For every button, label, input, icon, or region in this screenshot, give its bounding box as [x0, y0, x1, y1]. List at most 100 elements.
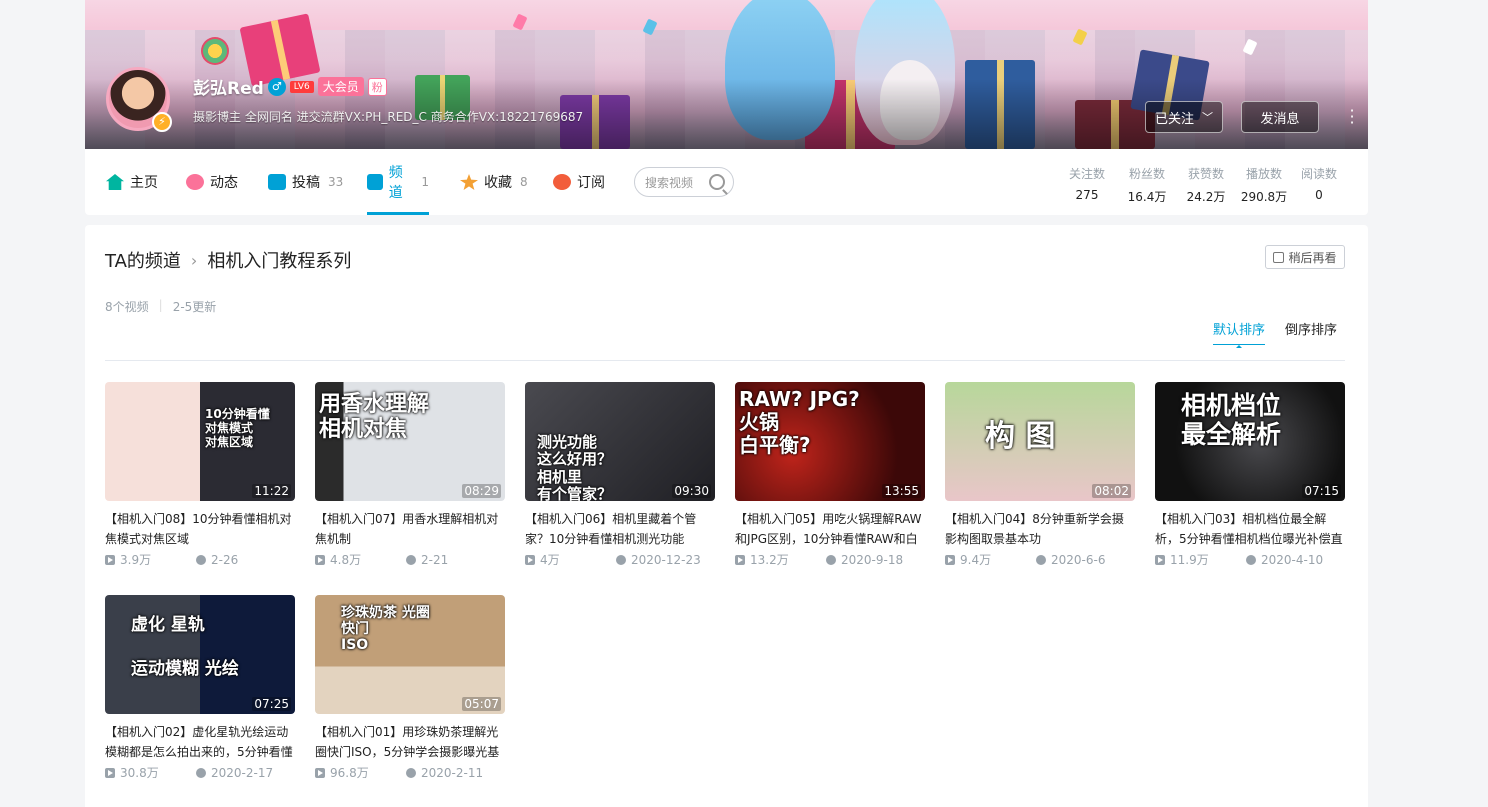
video-title[interactable]: 【相机入门04】8分钟重新学会摄影构图取景基本功: [945, 509, 1135, 549]
sort-reverse[interactable]: 倒序排序: [1285, 319, 1337, 345]
stat-reads: 阅读数 0: [1298, 165, 1340, 202]
clock-icon: [826, 554, 836, 565]
video-card[interactable]: 珍珠奶茶 光圈 快门 ISO 05:07 【相机入门01】用珍珠奶茶理解光圈快门…: [315, 595, 505, 781]
sort-tabs: 默认排序 倒序排序: [1213, 319, 1337, 348]
channel-meta: 8个视频 | 2-5更新: [105, 298, 216, 315]
play-count: 30.8万: [120, 766, 159, 780]
breadcrumb-root[interactable]: TA的频道: [105, 247, 181, 273]
username-row: 彭弘Red ♂ LV6 大会员 粉: [193, 74, 387, 99]
tab-upload[interactable]: 投稿 33: [268, 149, 343, 215]
video-card[interactable]: 10分钟看懂 对焦模式 对焦区域 11:22 【相机入门08】10分钟看懂相机对…: [105, 382, 295, 568]
video-stats: 11.9万 2020-4-10: [1155, 551, 1345, 568]
search-input[interactable]: 搜索视频: [634, 167, 734, 197]
play-count: 96.8万: [330, 766, 369, 780]
thumbnail-caption: RAW? JPG? 火锅 白平衡?: [739, 387, 860, 457]
tab-channel-count: 1: [421, 175, 429, 189]
clock-icon: [406, 554, 416, 565]
video-title[interactable]: 【相机入门01】用珍珠奶茶理解光圈快门ISO，5分钟学会摄影曝光基础: [315, 722, 505, 762]
video-duration: 05:07: [462, 697, 501, 711]
video-thumbnail[interactable]: 测光功能 这么好用？ 相机里 有个管家？ 09:30: [525, 382, 715, 501]
tab-upload-label: 投稿: [292, 175, 320, 191]
lightning-icon: ⚡: [152, 112, 172, 132]
stat-label: 播放数: [1245, 167, 1282, 181]
play-count: 3.9万: [120, 553, 152, 567]
message-button[interactable]: 发消息: [1241, 101, 1319, 133]
video-card[interactable]: 虚化 星轨 运动模糊 光绘 07:25 【相机入门02】虚化星轨光绘运动模糊都是…: [105, 595, 295, 781]
tab-home[interactable]: 主页: [106, 149, 158, 215]
tab-home-label: 主页: [130, 175, 158, 191]
video-thumbnail[interactable]: 虚化 星轨 运动模糊 光绘 07:25: [105, 595, 295, 714]
more-options-icon[interactable]: · · ·: [1346, 103, 1358, 131]
follow-button[interactable]: 已关注 ﹀: [1145, 101, 1223, 133]
play-count: 11.9万: [1170, 553, 1209, 567]
play-count-icon: [105, 554, 115, 565]
clock-icon: [406, 767, 416, 778]
thumbnail-caption: 珍珠奶茶 光圈 快门 ISO: [341, 605, 430, 654]
stat-value: 275: [1075, 188, 1099, 202]
video-thumbnail[interactable]: 构 图 08:02: [945, 382, 1135, 501]
chevron-right-icon: ›: [190, 250, 198, 270]
vip-badge[interactable]: 大会员: [317, 77, 364, 96]
video-card[interactable]: 测光功能 这么好用？ 相机里 有个管家？ 09:30 【相机入门06】相机里藏着…: [525, 382, 715, 568]
search-icon[interactable]: [709, 174, 725, 190]
stat-following[interactable]: 关注数 275: [1064, 165, 1110, 202]
video-count: 8个视频: [105, 300, 149, 314]
video-thumbnail[interactable]: 10分钟看懂 对焦模式 对焦区域 11:22: [105, 382, 295, 501]
clock-icon: [196, 767, 206, 778]
fan-medal-icon: [201, 37, 229, 65]
video-thumbnail[interactable]: 珍珠奶茶 光圈 快门 ISO 05:07: [315, 595, 505, 714]
stat-value: 0: [1315, 188, 1323, 202]
watch-later-label: 稍后再看: [1288, 250, 1337, 265]
upload-date: 2-26: [211, 552, 239, 567]
banner-confetti: [512, 13, 528, 31]
thumbnail-caption: 测光功能 这么好用？ 相机里 有个管家？: [537, 433, 613, 501]
stat-followers[interactable]: 粉丝数 16.4万: [1122, 165, 1172, 205]
fan-badge[interactable]: 粉: [367, 77, 387, 96]
upload-date: 2020-4-10: [1261, 552, 1324, 567]
play-count-icon: [945, 554, 955, 565]
video-duration: 08:29: [462, 484, 501, 498]
tab-favorite[interactable]: 收藏 8: [460, 149, 528, 215]
sort-default[interactable]: 默认排序: [1213, 319, 1266, 348]
thumbnail-caption: 用香水理解 相机对焦: [319, 392, 430, 443]
tab-channel[interactable]: 频道 1: [367, 149, 429, 215]
tab-dynamic[interactable]: 动态: [186, 149, 238, 215]
play-count: 4.8万: [330, 553, 362, 567]
play-count-icon: [525, 554, 535, 565]
video-stats: 4.8万 2-21: [315, 551, 505, 568]
upload-date: 2020-6-6: [1051, 552, 1106, 567]
video-title[interactable]: 【相机入门05】用吃火锅理解RAW和JPG区别，10分钟看懂RAW和白平衡: [735, 509, 925, 549]
tab-subscribe[interactable]: 订阅: [553, 149, 605, 215]
stat-label: 粉丝数: [1128, 167, 1165, 181]
chevron-down-icon: ﹀: [1202, 111, 1213, 124]
video-duration: 08:02: [1092, 484, 1131, 498]
video-card[interactable]: 相机档位 最全解析 07:15 【相机入门03】相机档位最全解析，5分钟看懂相机…: [1155, 382, 1345, 568]
video-title[interactable]: 【相机入门08】10分钟看懂相机对焦模式对焦区域: [105, 509, 295, 549]
stat-value: 24.2万: [1186, 190, 1226, 204]
video-title[interactable]: 【相机入门07】用香水理解相机对焦机制: [315, 509, 505, 549]
stat-plays: 播放数 290.8万: [1236, 165, 1292, 205]
video-card[interactable]: 用香水理解 相机对焦 08:29 【相机入门07】用香水理解相机对焦机制 4.8…: [315, 382, 505, 568]
level-badge[interactable]: LV6: [289, 80, 314, 93]
video-duration: 13:55: [882, 484, 921, 498]
upload-date: 2020-9-18: [841, 552, 904, 567]
video-title[interactable]: 【相机入门06】相机里藏着个管家？10分钟看懂相机测光功能: [525, 509, 715, 549]
video-stats: 96.8万 2020-2-11: [315, 764, 505, 781]
watch-later-button[interactable]: 稍后再看: [1265, 245, 1345, 269]
video-thumbnail[interactable]: 相机档位 最全解析 07:15: [1155, 382, 1345, 501]
clock-icon: [1246, 554, 1256, 565]
thumbnail-caption: 虚化 星轨 运动模糊 光绘: [131, 615, 239, 680]
username[interactable]: 彭弘Red: [193, 74, 264, 99]
video-card[interactable]: RAW? JPG? 火锅 白平衡? 13:55 【相机入门05】用吃火锅理解RA…: [735, 382, 925, 568]
video-title[interactable]: 【相机入门03】相机档位最全解析，5分钟看懂相机档位曝光补偿直方图: [1155, 509, 1345, 549]
video-stats: 3.9万 2-26: [105, 551, 295, 568]
thumbnail-caption: 相机档位 最全解析: [1181, 391, 1282, 449]
video-duration: 07:25: [252, 697, 291, 711]
tab-subscribe-label: 订阅: [577, 175, 605, 191]
channel-icon: [367, 174, 383, 190]
video-title[interactable]: 【相机入门02】虚化星轨光绘运动模糊都是怎么拍出来的，5分钟看懂快门速度: [105, 722, 295, 762]
video-thumbnail[interactable]: 用香水理解 相机对焦 08:29: [315, 382, 505, 501]
search-placeholder: 搜索视频: [645, 175, 694, 190]
video-thumbnail[interactable]: RAW? JPG? 火锅 白平衡? 13:55: [735, 382, 925, 501]
video-card[interactable]: 构 图 08:02 【相机入门04】8分钟重新学会摄影构图取景基本功 9.4万 …: [945, 382, 1135, 568]
